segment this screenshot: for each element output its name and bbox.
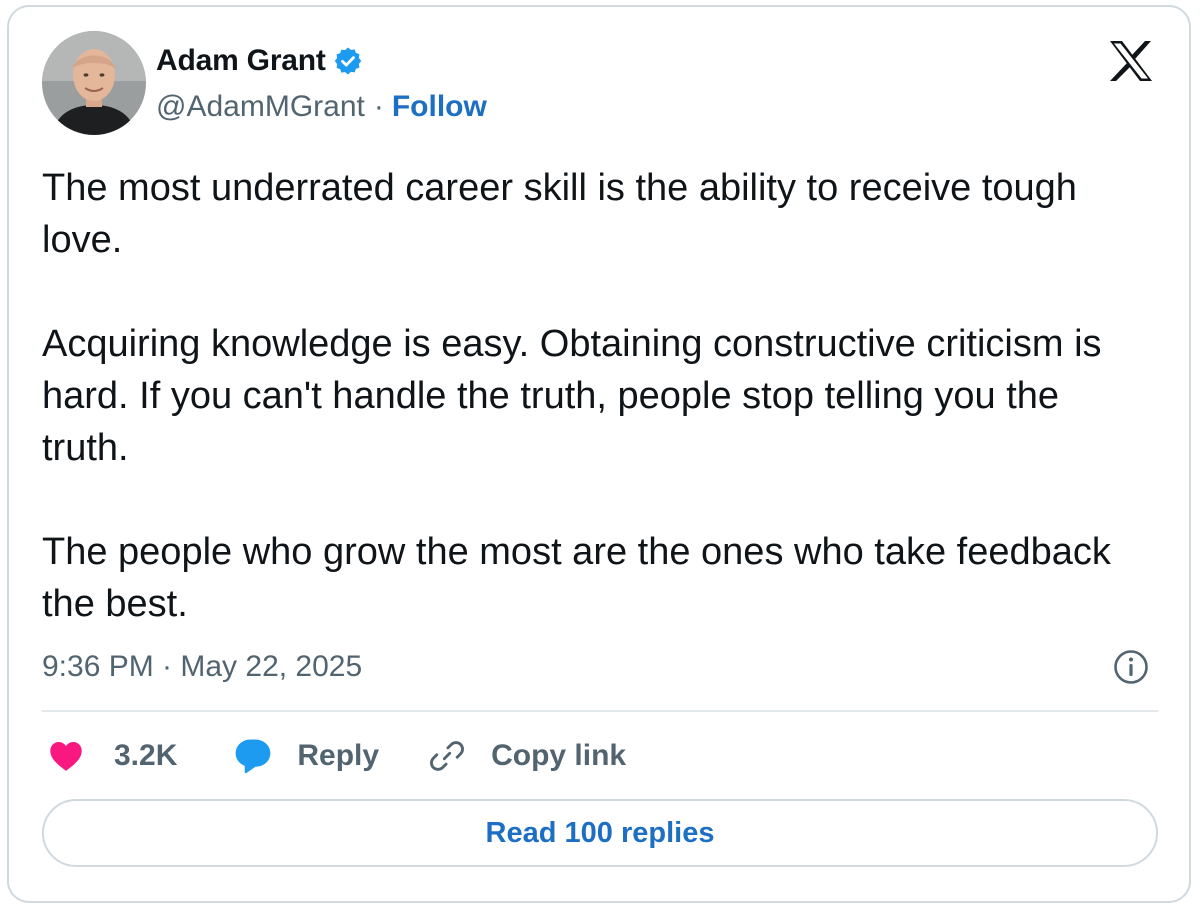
reply-label: Reply (297, 739, 380, 772)
action-bar: 3.2K Reply Copy link (42, 728, 626, 784)
follow-button[interactable]: Follow (392, 90, 487, 124)
author-handle-row: @AdamMGrant · Follow (156, 87, 487, 127)
info-icon[interactable] (1112, 648, 1150, 686)
like-button[interactable]: 3.2K (42, 739, 177, 773)
tweet-text: The most underrated career skill is the … (42, 162, 1152, 630)
x-logo-icon[interactable] (1108, 40, 1154, 82)
avatar[interactable] (42, 31, 146, 135)
reply-button[interactable]: Reply (233, 737, 379, 775)
profile-photo (42, 31, 146, 135)
author-handle[interactable]: @AdamMGrant (156, 90, 365, 124)
author-name-row: Adam Grant (156, 42, 363, 80)
copy-link-button[interactable]: Copy link (429, 738, 626, 774)
author-name[interactable]: Adam Grant (156, 44, 326, 78)
tweet-paragraph: Acquiring knowledge is easy. Obtaining c… (42, 323, 1102, 469)
read-replies-button[interactable]: Read 100 replies (42, 799, 1158, 867)
divider (42, 710, 1158, 712)
read-replies-label: Read 100 replies (485, 816, 715, 849)
verified-badge-icon (333, 46, 363, 76)
like-count: 3.2K (114, 739, 178, 772)
tweet-paragraph: The most underrated career skill is the … (42, 167, 1077, 261)
heart-icon (50, 742, 82, 771)
separator-dot: · (373, 90, 384, 123)
tweet-timestamp[interactable]: 9:36 PM · May 22, 2025 (42, 645, 362, 689)
reply-bubble-icon (236, 739, 271, 774)
copy-link-label: Copy link (491, 739, 627, 772)
tweet-paragraph: The people who grow the most are the one… (42, 531, 1111, 625)
link-icon (430, 741, 465, 771)
